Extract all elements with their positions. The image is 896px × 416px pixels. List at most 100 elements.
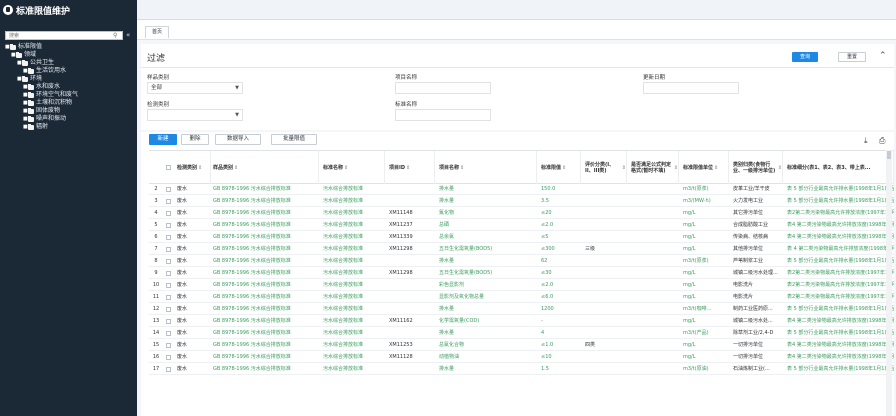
column-header[interactable]: 标准细分(表1、表2、表3、带上表... <box>785 151 894 184</box>
row-checkbox[interactable] <box>166 283 171 288</box>
cell-std[interactable]: GB 8978-1996 污水综合排放标准 <box>213 245 319 254</box>
column-header[interactable]: 标准限值单位 ⇕ <box>681 151 729 184</box>
sort-icon[interactable]: ⇕ <box>674 165 678 171</box>
cell-limit[interactable]: 3.5 <box>541 197 581 206</box>
table-row[interactable]: 7 废水 GB 8978-1996 污水综合排放标准 污水综合排放标准 XM11298 五… <box>149 245 894 255</box>
cell-item[interactable]: 显影剂及氧化物总量 <box>439 293 537 302</box>
table-row[interactable]: 6 废水 GB 8978-1996 污水综合排放标准 污水综合排放标准 XM11339 总… <box>149 233 894 243</box>
cell-item[interactable]: 五日生化需氧量(BOD5) <box>439 245 537 254</box>
cell-item[interactable]: 总余氯 <box>439 233 537 242</box>
table-row[interactable]: 10 废水 GB 8978-1996 污水综合排放标准 污水综合排放标准 彩色显影剂 ≤2… <box>149 281 894 291</box>
cell-sub[interactable]: 表4 第二类污染物最高允许排放浓度(1998年1月1日后建设的单位) <box>787 221 894 230</box>
cell-item[interactable]: 排水量 <box>439 197 537 206</box>
cell-std[interactable]: GB 8978-1996 污水综合排放标准 <box>213 353 319 362</box>
cell-unit[interactable]: mg/L <box>683 221 729 230</box>
cell-name[interactable]: 污水综合排放标准 <box>323 209 385 218</box>
cell-unit[interactable]: m3/t(原浆) <box>683 257 729 266</box>
table-row[interactable]: 12 废水 GB 8978-1996 污水综合排放标准 污水综合排放标准 排水量 1200… <box>149 305 894 315</box>
cell-item[interactable]: 排水量 <box>439 257 537 266</box>
cell-sub[interactable]: 表2第二类污染物最高允许排放浓度(1997年12月31日之前建设的单位) <box>787 269 894 278</box>
cell-std[interactable]: GB 8978-1996 污水综合排放标准 <box>213 329 319 338</box>
column-header[interactable]: 评价分类(I、II、III类) ⇕ <box>583 151 627 184</box>
table-row[interactable]: 11 废水 GB 8978-1996 污水综合排放标准 污水综合排放标准 显影剂及氧化物… <box>149 293 894 303</box>
cell-sub[interactable]: 表 5 部分行业最高允许排水量(1998年1月1日后建设的单位) <box>787 197 894 206</box>
sort-icon[interactable]: ⇕ <box>198 165 202 171</box>
tree-item[interactable]: ■ 公共卫生 <box>5 59 78 67</box>
cell-sub[interactable]: 表 4 第二类污染物最高允许排放浓度(1998年1月1日后建设的单位) <box>787 245 894 254</box>
standard-name-input[interactable] <box>395 109 491 121</box>
cell-std[interactable]: GB 8978-1996 污水综合排放标准 <box>213 221 319 230</box>
cell-unit[interactable]: mg/L <box>683 269 729 278</box>
cell-item[interactable]: 排水量 <box>439 185 537 194</box>
cell-limit[interactable]: ≤30 <box>541 269 581 278</box>
sort-icon[interactable]: ⇕ <box>778 165 782 171</box>
cell-unit[interactable]: m3/(MW·h) <box>683 197 729 206</box>
row-checkbox[interactable] <box>166 319 171 324</box>
column-header[interactable]: 标准限值 ⇕ <box>539 151 581 184</box>
cell-name[interactable]: 污水综合排放标准 <box>323 197 385 206</box>
select-all-checkbox[interactable] <box>166 165 171 170</box>
cell-sub[interactable]: 表4 第二类污染物最高允许排放浓度(1998年1月1日后建设的单位) <box>787 233 894 242</box>
cell-std[interactable]: GB 8978-1996 污水综合排放标准 <box>213 257 319 266</box>
cell-item[interactable]: 氟化物 <box>439 209 537 218</box>
cell-item[interactable]: 排水量 <box>439 365 537 374</box>
chevron-up-icon[interactable]: ⌃ <box>879 51 887 61</box>
cell-name[interactable]: 污水综合排放标准 <box>323 293 385 302</box>
tree-item[interactable]: ■ 水和废水 <box>5 83 78 91</box>
cell-name[interactable]: 污水综合排放标准 <box>323 341 385 350</box>
cell-std[interactable]: GB 8978-1996 污水综合排放标准 <box>213 197 319 206</box>
cell-std[interactable]: GB 8978-1996 污水综合排放标准 <box>213 185 319 194</box>
cell-std[interactable]: GB 8978-1996 污水综合排放标准 <box>213 341 319 350</box>
sort-icon[interactable]: ⇕ <box>460 165 464 171</box>
sort-icon[interactable]: ⇕ <box>344 165 348 171</box>
cell-std[interactable]: GB 8978-1996 污水综合排放标准 <box>213 233 319 242</box>
cell-limit[interactable]: 1200 <box>541 305 581 314</box>
cell-unit[interactable]: m3/t(产品) <box>683 329 729 338</box>
cell-sub[interactable]: 表4 第二类污染物最高允许排放浓度(1998年1月1日后建设的单位) <box>787 353 894 362</box>
test-type-select[interactable]: ▼ <box>147 109 243 121</box>
cell-item[interactable]: 排水量 <box>439 329 537 338</box>
table-row[interactable]: 2 废水 GB 8978-1996 污水综合排放标准 污水综合排放标准 排水量 150.0… <box>149 185 894 195</box>
table-row[interactable]: 15 废水 GB 8978-1996 污水综合排放标准 污水综合排放标准 XM11253… <box>149 341 894 351</box>
cell-name[interactable]: 污水综合排放标准 <box>323 329 385 338</box>
cell-limit[interactable]: ≤2.0 <box>541 221 581 230</box>
cell-sub[interactable]: 表2第二类污染物最高允许排放浓度(1997年12月31日之前建设的单位) <box>787 281 894 290</box>
cell-unit[interactable]: mg/L <box>683 293 729 302</box>
tree-item[interactable]: ■ 环境 <box>5 75 78 83</box>
cell-std[interactable]: GB 8978-1996 污水综合排放标准 <box>213 305 319 314</box>
table-row[interactable]: 16 废水 GB 8978-1996 污水综合排放标准 污水综合排放标准 XM11128… <box>149 353 894 363</box>
cell-sub[interactable]: 表4 第二类污染物最高允许排放浓度(1998年1月1日后建设的单位) <box>787 317 894 326</box>
sort-icon[interactable]: ⇕ <box>562 165 566 171</box>
column-header[interactable]: 样品类别 ⇕ <box>211 151 319 184</box>
cell-unit[interactable]: mg/L <box>683 281 729 290</box>
tab-home[interactable]: 首页 <box>145 26 170 38</box>
scrollbar-thumb[interactable] <box>887 151 891 159</box>
batch-limit-button[interactable]: 批量限值 <box>271 134 317 145</box>
print-icon[interactable]: ⎙ <box>879 136 885 146</box>
table-row[interactable]: 13 废水 GB 8978-1996 污水综合排放标准 污水综合排放标准 XM11162… <box>149 317 894 327</box>
tree-item[interactable]: ■ 辐射 <box>5 123 78 131</box>
sort-icon[interactable]: ⇕ <box>622 165 626 171</box>
row-checkbox[interactable] <box>166 211 171 216</box>
cell-name[interactable]: 污水综合排放标准 <box>323 269 385 278</box>
tree-item[interactable]: ■ 固体废物 <box>5 107 78 115</box>
cell-sub[interactable]: 表 5 部分行业最高允许排水量(1998年1月1日后建设的单位) <box>787 257 894 266</box>
row-checkbox[interactable] <box>166 343 171 348</box>
cell-std[interactable]: GB 8978-1996 污水综合排放标准 <box>213 293 319 302</box>
table-row[interactable]: 3 废水 GB 8978-1996 污水综合排放标准 污水综合排放标准 排水量 3.5 m3… <box>149 197 894 207</box>
column-header[interactable]: 项目名称 ⇕ <box>437 151 537 184</box>
cell-sub[interactable]: 表 5 部分行业最高允许排水量(1998年1月1日后建设的单位) <box>787 329 894 338</box>
update-date-input[interactable] <box>643 82 739 94</box>
cell-item[interactable]: 排水量 <box>439 305 537 314</box>
row-checkbox[interactable] <box>166 295 171 300</box>
row-checkbox[interactable] <box>166 307 171 312</box>
tree-item[interactable]: ■ 噪声和振动 <box>5 115 78 123</box>
cell-sub[interactable]: 表 5 部分行业最高允许排水量(1998年1月1日后建设的单位) <box>787 185 894 194</box>
cell-name[interactable]: 污水综合排放标准 <box>323 185 385 194</box>
row-checkbox[interactable] <box>166 223 171 228</box>
cell-name[interactable]: 污水综合排放标准 <box>323 221 385 230</box>
cell-unit[interactable]: mg/L <box>683 341 729 350</box>
row-checkbox[interactable] <box>166 187 171 192</box>
cell-limit[interactable]: 1.5 <box>541 365 581 374</box>
cell-unit[interactable]: mg/L <box>683 317 729 326</box>
